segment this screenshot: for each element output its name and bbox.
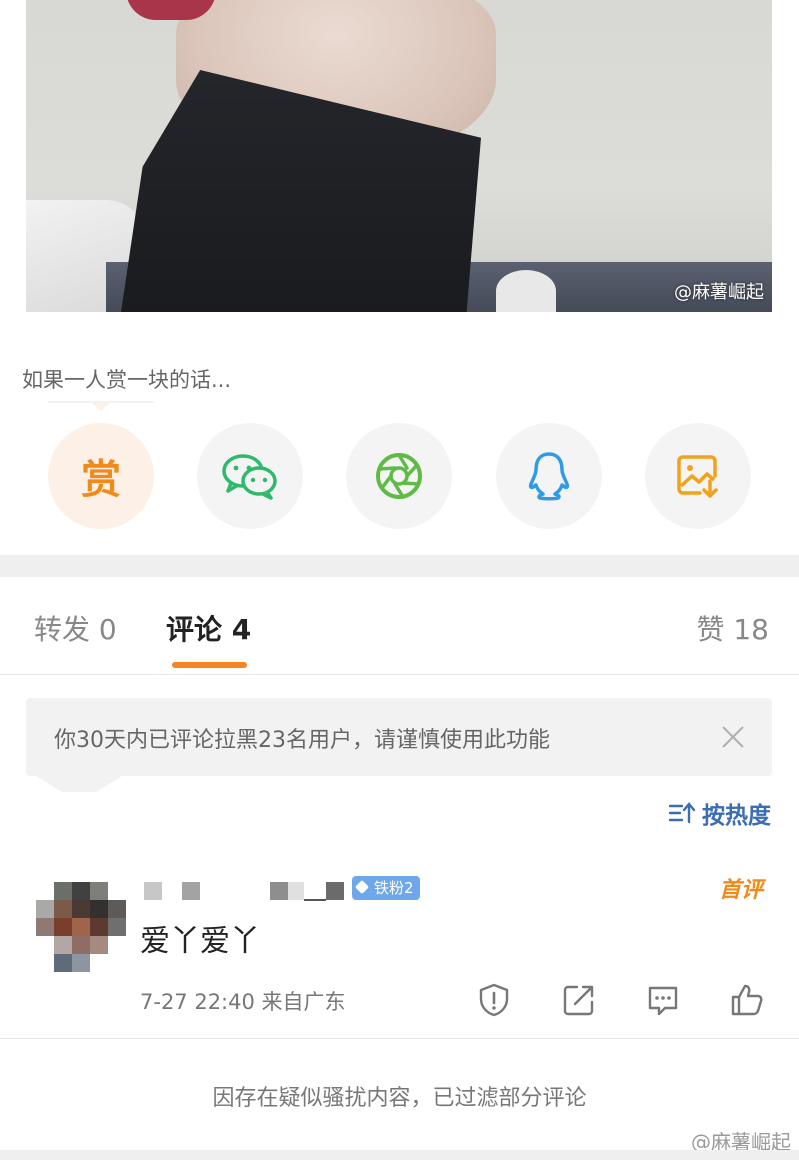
username-redacted[interactable] [144, 880, 350, 902]
image-watermark: @麻薯崛起 [674, 282, 764, 303]
comment-divider [0, 1038, 799, 1039]
moments-share-button[interactable] [346, 423, 452, 529]
avatar[interactable] [36, 882, 126, 972]
photo-pillow [496, 270, 556, 312]
save-image-button[interactable] [645, 423, 751, 529]
comment-text: 爱丫爱丫 [140, 924, 260, 959]
wechat-share-button[interactable] [197, 423, 303, 529]
reward-bubble-pointer [48, 401, 154, 411]
sort-by-hot-button[interactable]: 按热度 [668, 796, 771, 830]
notice-pointer [36, 776, 122, 792]
notice-text: 你30天内已评论拉黑23名用户，请谨慎使用此功能 [54, 728, 550, 753]
sort-label: 按热度 [702, 803, 771, 829]
active-tab-indicator [172, 662, 247, 668]
qq-icon [528, 452, 570, 501]
report-icon[interactable] [476, 982, 512, 1018]
reward-prompt: 如果一人赏一块的话... [22, 368, 232, 392]
sort-icon [668, 802, 696, 824]
reward-button[interactable]: 赏 [48, 423, 154, 529]
post-photo[interactable]: @麻薯崛起 [26, 0, 772, 312]
close-icon[interactable] [718, 722, 748, 752]
reward-icon: 赏 [81, 457, 121, 503]
fan-badge: 铁粉2 [352, 876, 420, 900]
tab-repost[interactable]: 转发 0 [34, 608, 117, 648]
repost-icon[interactable] [561, 982, 597, 1018]
tab-like[interactable]: 赞 18 [696, 608, 769, 648]
tabs-divider [0, 674, 799, 675]
reply-icon[interactable] [645, 982, 681, 1018]
share-row: 赏 [0, 423, 799, 529]
first-comment-tag: 首评 [718, 878, 763, 903]
comment-meta: 7-27 22:40 来自广东 [140, 990, 346, 1014]
bottom-gap [0, 1150, 799, 1160]
tab-comment[interactable]: 评论 4 [166, 608, 251, 648]
save-image-icon [677, 455, 718, 498]
like-icon[interactable] [729, 982, 765, 1018]
wechat-icon [222, 454, 277, 500]
blacklist-notice: 你30天内已评论拉黑23名用户，请谨慎使用此功能 [26, 698, 772, 776]
filter-note: 因存在疑似骚扰内容，已过滤部分评论 [212, 1086, 587, 1111]
moments-icon [376, 453, 422, 499]
qq-share-button[interactable] [496, 423, 602, 529]
section-gap [0, 555, 799, 577]
